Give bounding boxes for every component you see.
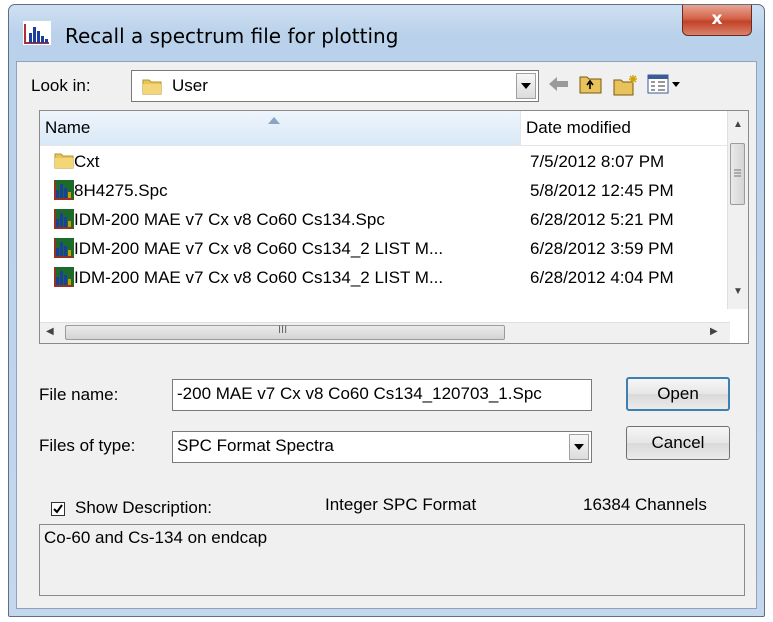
cancel-button[interactable]: Cancel (626, 426, 730, 460)
scroll-left-icon[interactable]: ◀ (46, 326, 54, 337)
file-type-value: SPC Format Spectra (177, 436, 334, 455)
vertical-scrollbar[interactable]: ▲ ▼ (727, 111, 748, 309)
column-header-date[interactable]: Date modified (521, 111, 730, 145)
scroll-down-icon[interactable]: ▼ (733, 286, 743, 297)
back-arrow-icon[interactable] (549, 77, 569, 96)
dialog-body: Look in: User Name Date modified Cxt 7/5… (16, 61, 757, 609)
table-row[interactable]: Cxt 7/5/2012 8:07 PM (40, 147, 730, 176)
look-in-value: User (172, 76, 208, 95)
file-name-label: File name: (39, 385, 119, 404)
date-modified-cell: 7/5/2012 8:07 PM (530, 152, 665, 171)
table-row[interactable]: IDM-200 MAE v7 Cx v8 Co60 Cs134_2 LIST M… (40, 263, 730, 292)
view-menu-icon[interactable] (647, 74, 681, 99)
description-box: Co-60 and Cs-134 on endcap (39, 524, 745, 596)
chevron-down-icon[interactable] (516, 73, 536, 99)
column-header-name[interactable]: Name (40, 111, 521, 145)
file-type-dropdown[interactable]: SPC Format Spectra (172, 431, 592, 463)
file-name-cell: IDM-200 MAE v7 Cx v8 Co60 Cs134_2 LIST M… (74, 239, 444, 258)
new-folder-icon[interactable] (613, 74, 639, 101)
folder-icon (142, 77, 162, 100)
table-row[interactable]: IDM-200 MAE v7 Cx v8 Co60 Cs134.Spc 6/28/… (40, 205, 730, 234)
spectrum-format: Integer SPC Format (325, 495, 477, 514)
spectrum-file-icon (54, 238, 74, 263)
window-title: Recall a spectrum file for plotting (65, 24, 399, 48)
show-description-checkbox[interactable] (51, 502, 65, 516)
date-modified-cell: 6/28/2012 4:04 PM (530, 268, 674, 287)
title-bar: Recall a spectrum file for plotting x (9, 5, 764, 61)
spectrum-app-icon (23, 21, 51, 50)
show-description-label: Show Description: (75, 498, 213, 517)
list-header: Name Date modified (40, 111, 730, 146)
file-name-cell: IDM-200 MAE v7 Cx v8 Co60 Cs134.Spc (74, 210, 385, 229)
scroll-right-icon[interactable]: ▶ (710, 326, 718, 337)
file-name-cell: Cxt (74, 152, 100, 171)
spectrum-file-icon (54, 180, 74, 205)
folder-icon (54, 151, 74, 174)
date-modified-cell: 5/8/2012 12:45 PM (530, 181, 674, 200)
file-name-cell: 8H4275.Spc (74, 181, 168, 200)
spectrum-file-icon (54, 209, 74, 234)
file-type-label: Files of type: (39, 436, 136, 455)
scroll-grip-label: III (278, 324, 288, 336)
date-modified-cell: 6/28/2012 3:59 PM (530, 239, 674, 258)
vertical-scroll-thumb[interactable] (730, 143, 745, 205)
file-name-cell: IDM-200 MAE v7 Cx v8 Co60 Cs134_2 LIST M… (74, 268, 444, 287)
horizontal-scroll-thumb[interactable]: III (65, 324, 505, 340)
up-folder-icon[interactable] (579, 74, 603, 99)
look-in-label: Look in: (31, 76, 91, 95)
file-name-input[interactable]: -200 MAE v7 Cx v8 Co60 Cs134_120703_1.Sp… (172, 379, 592, 411)
table-row[interactable]: IDM-200 MAE v7 Cx v8 Co60 Cs134_2 LIST M… (40, 234, 730, 263)
spectrum-file-icon (54, 267, 74, 292)
chevron-down-icon[interactable] (569, 434, 589, 460)
recall-spectrum-dialog: Recall a spectrum file for plotting x Lo… (8, 4, 765, 617)
horizontal-scrollbar[interactable]: ◀ III ▶ (40, 322, 730, 343)
close-button[interactable]: x (682, 5, 752, 36)
open-button[interactable]: Open (626, 377, 730, 411)
file-list[interactable]: Name Date modified Cxt 7/5/2012 8:07 PM 8H… (39, 110, 749, 344)
look-in-dropdown[interactable]: User (131, 70, 539, 102)
date-modified-cell: 6/28/2012 5:21 PM (530, 210, 674, 229)
channel-count: 16384 Channels (583, 495, 707, 514)
table-row[interactable]: 8H4275.Spc 5/8/2012 12:45 PM (40, 176, 730, 205)
scroll-up-icon[interactable]: ▲ (733, 119, 743, 130)
sort-ascending-icon (268, 111, 280, 129)
